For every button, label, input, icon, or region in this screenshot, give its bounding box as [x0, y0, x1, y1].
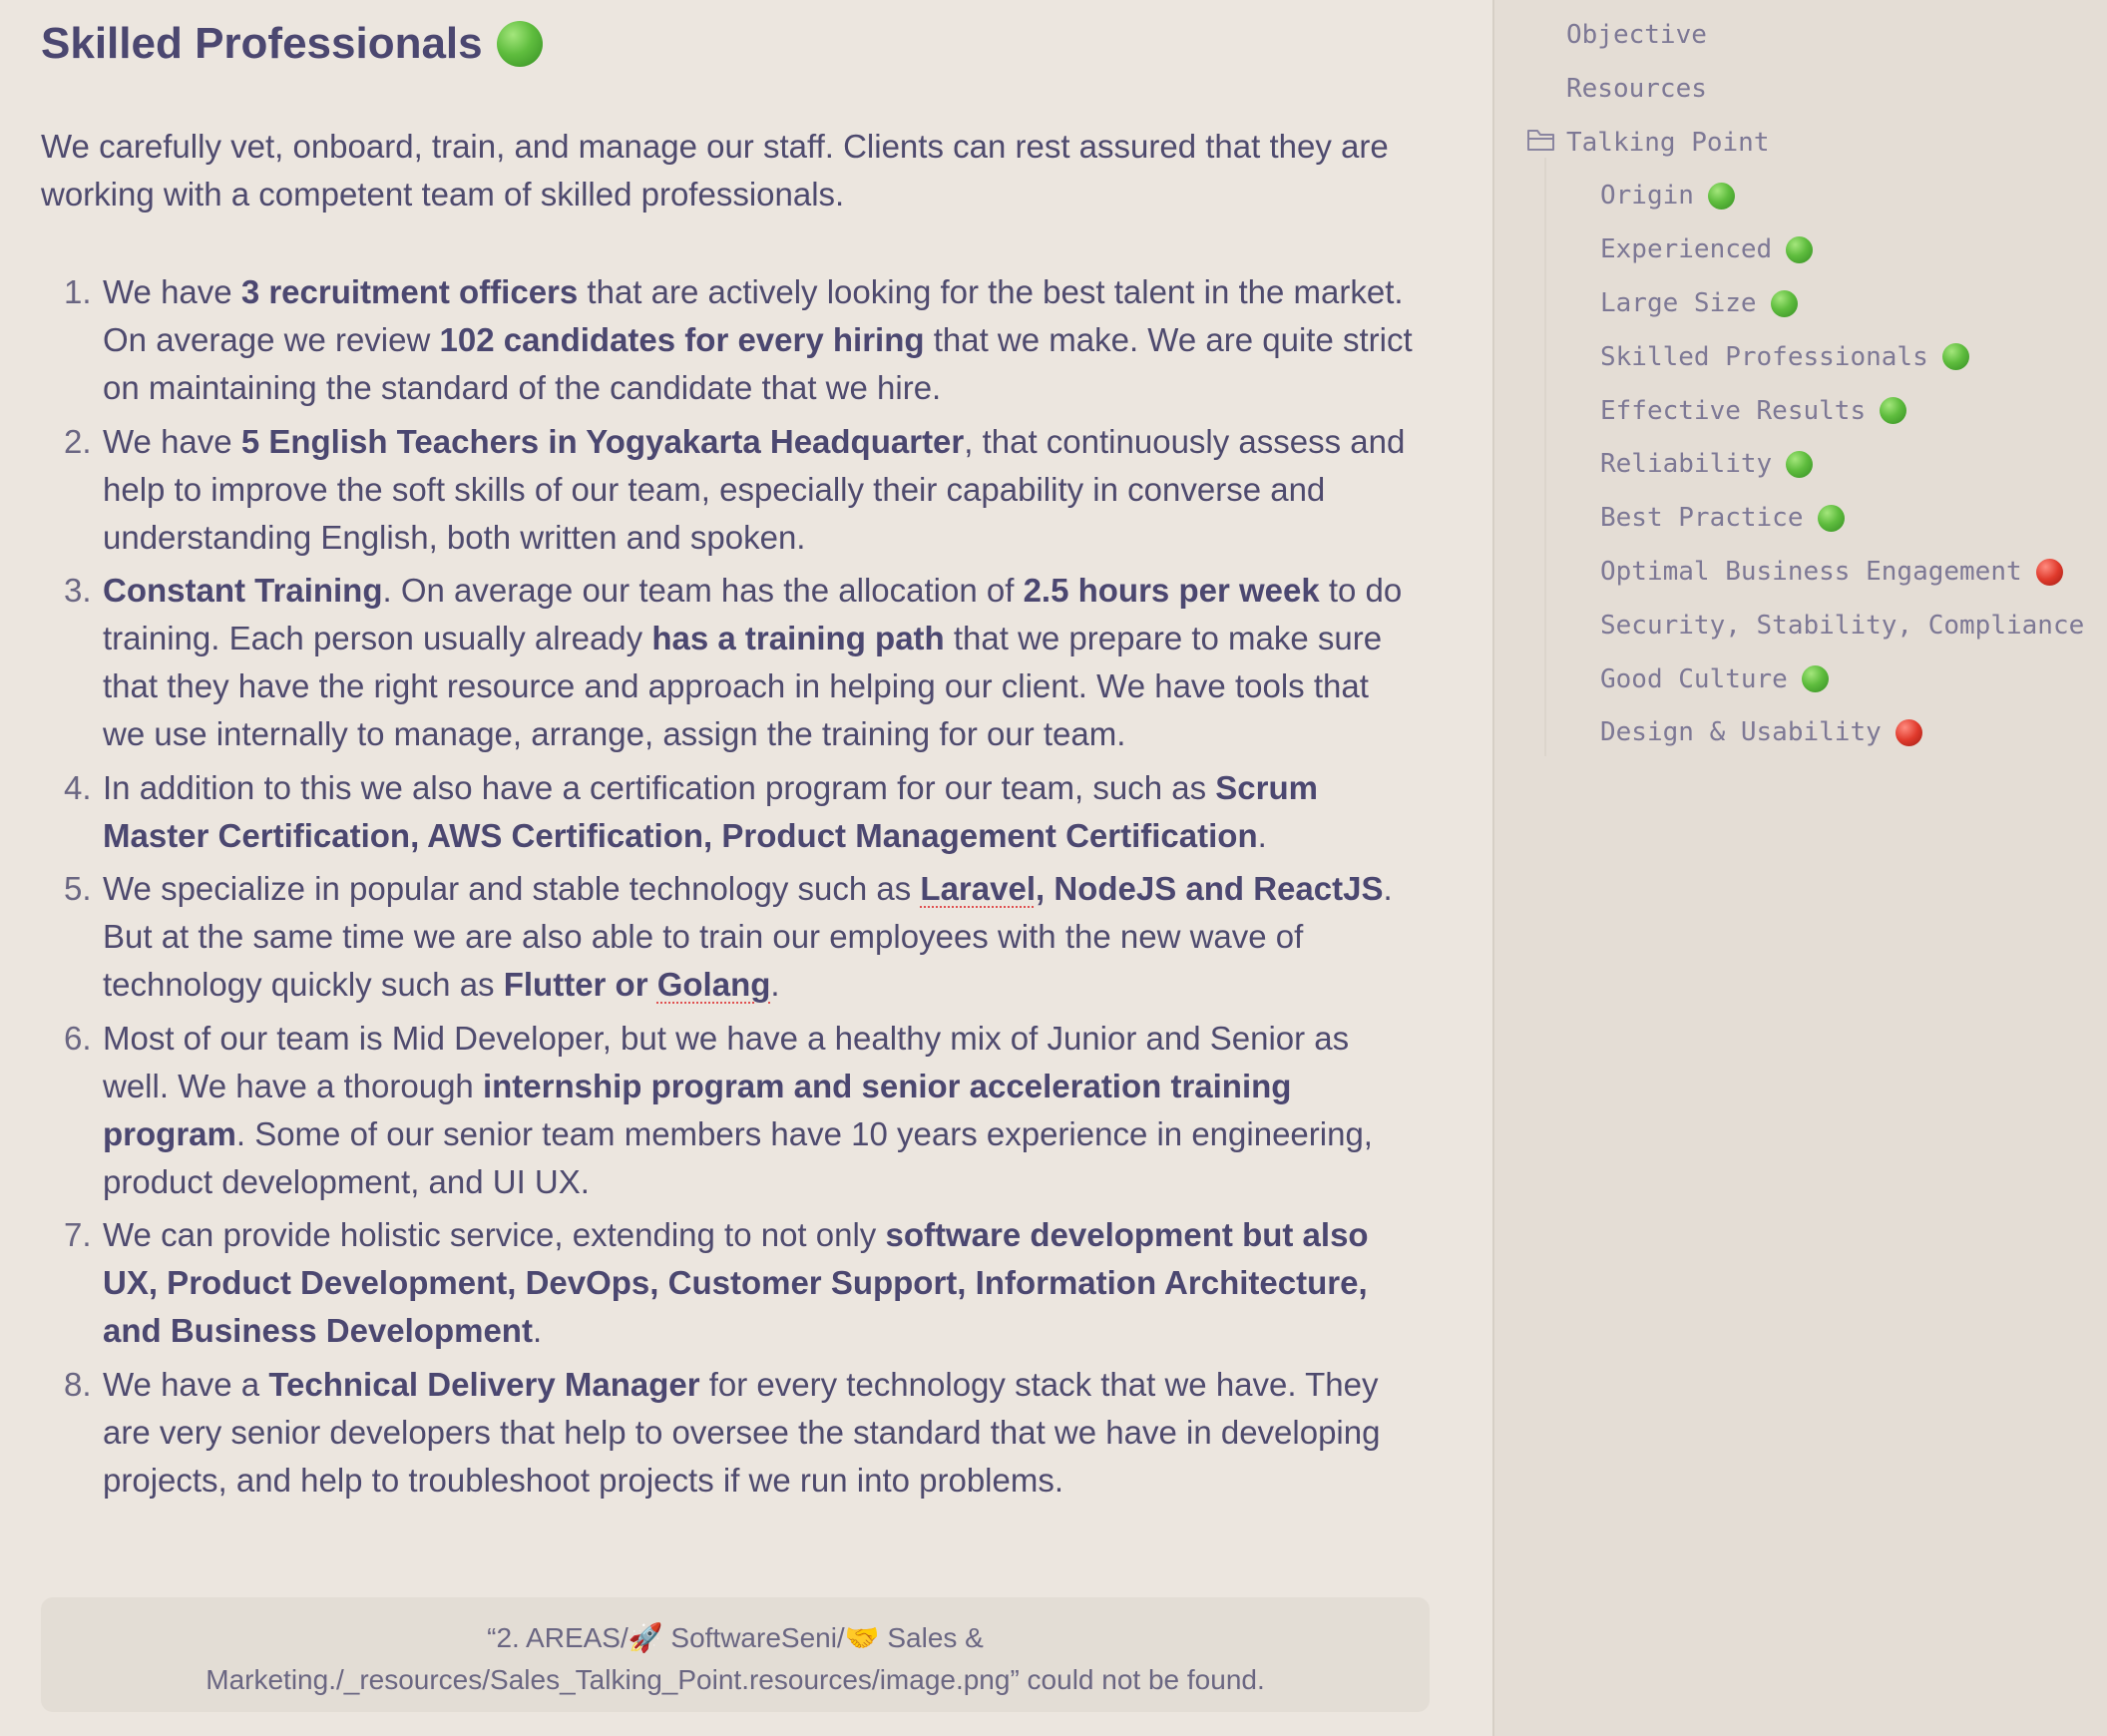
- green-circle-icon: [1880, 397, 1907, 425]
- list-item: 1. We have 3 recruitment officers that ar…: [41, 268, 1418, 412]
- outline-item-label: Experienced: [1600, 234, 1773, 265]
- outline-item-label: Design & Usability: [1600, 717, 1882, 748]
- outline-item-label: Best Practice: [1600, 503, 1804, 534]
- outline-item-skilled-professionals[interactable]: Skilled Professionals: [1600, 335, 1969, 379]
- text-run: We have: [103, 422, 241, 460]
- red-circle-icon: [2035, 558, 2063, 586]
- outline-item-origin[interactable]: Origin: [1600, 174, 1735, 217]
- green-circle-icon: [1817, 504, 1845, 532]
- outline-item-experienced[interactable]: Experienced: [1600, 227, 1814, 271]
- text-run: .: [532, 1312, 543, 1349]
- text-run: .: [770, 966, 780, 1003]
- list-item-number: 1.: [64, 273, 92, 310]
- outline-item-label: Objective: [1566, 20, 1707, 50]
- outline-sidebar: Objective Resources Talking Point Origin Exp…: [1492, 0, 2107, 1736]
- list-item-number: 8.: [64, 1365, 92, 1403]
- outline-item-security-stability-compliance[interactable]: Security, Stability, Compliance: [1600, 604, 2084, 648]
- text-run: . Some of our senior team members have 1…: [103, 1114, 1373, 1200]
- missing-image-path-line-2: Marketing./_resources/Sales_Talking_Poin…: [206, 1664, 1265, 1695]
- outline-item-large-size[interactable]: Large Size: [1600, 281, 1798, 325]
- green-circle-icon: [1707, 182, 1735, 210]
- intro-paragraph: We carefully vet, onboard, train, and ma…: [41, 128, 1389, 213]
- green-circle-icon: [1786, 450, 1814, 478]
- outline-item-objective[interactable]: Objective: [1566, 13, 1707, 57]
- green-circle-icon: [1786, 235, 1814, 263]
- outline-item-effective-results[interactable]: Effective Results: [1600, 389, 1907, 433]
- outline-item-optimal-business-engagement[interactable]: Optimal Business Engagement: [1600, 550, 2063, 594]
- talking-points-list: 1. We have 3 recruitment officers that ar…: [41, 268, 1418, 1510]
- bold-text: Constant Training: [103, 572, 383, 609]
- missing-image-notice: “2. AREAS/🚀 SoftwareSeni/🤝 Sales & Marke…: [41, 1597, 1430, 1712]
- outline-item-good-culture[interactable]: Good Culture: [1600, 657, 1829, 701]
- text-run: We have a: [103, 1365, 269, 1403]
- outline-item-label: Reliability: [1600, 449, 1773, 480]
- red-circle-icon: [1895, 718, 1922, 746]
- folder-open-icon: [1527, 130, 1554, 151]
- bold-text: 5 English Teachers in Yogyakarta Headqua…: [240, 422, 965, 460]
- text-run: .: [1257, 816, 1267, 854]
- text-run: . On average our team has the allocation…: [382, 572, 1024, 609]
- list-item-number: 4.: [64, 768, 92, 806]
- green-circle-icon: [1941, 343, 1969, 371]
- list-item: 7. We can provide holistic service, exten…: [41, 1211, 1418, 1355]
- outline-item-talking-point[interactable]: Talking Point: [1566, 121, 1770, 165]
- page-title-text: Skilled Professionals: [41, 19, 483, 68]
- bold-text: , NodeJS and ReactJS: [1036, 870, 1384, 907]
- outline-item-reliability[interactable]: Reliability: [1600, 442, 1814, 486]
- bold-text: Golang: [656, 966, 771, 1003]
- outline-item-label: Good Culture: [1600, 663, 1788, 694]
- missing-image-path-line-1: “2. AREAS/🚀 SoftwareSeni/🤝 Sales &: [487, 1622, 984, 1653]
- list-item-number: 3.: [64, 572, 92, 609]
- list-item-number: 2.: [64, 422, 92, 460]
- bold-text: Technical Delivery Manager: [268, 1365, 700, 1403]
- outline-item-label: Optimal Business Engagement: [1600, 557, 2022, 587]
- outline-item-best-practice[interactable]: Best Practice: [1600, 496, 1845, 540]
- outline-item-resources[interactable]: Resources: [1566, 67, 1707, 111]
- bold-text: 2.5 hours per week: [1023, 572, 1320, 609]
- list-item: 4. In addition to this we also have a cer…: [41, 764, 1418, 860]
- list-item: 3. Constant Training. On average our team…: [41, 567, 1418, 758]
- list-item: 8. We have a Technical Delivery Manager f…: [41, 1361, 1418, 1505]
- outline-item-label: Resources: [1566, 73, 1707, 104]
- document-pane: Skilled Professionals We carefully vet, …: [0, 0, 1492, 1736]
- page-title: Skilled Professionals: [41, 14, 543, 74]
- list-item: 5. We specialize in popular and stable te…: [41, 865, 1418, 1009]
- bold-text: has a training path: [651, 620, 945, 656]
- list-item-number: 5.: [64, 870, 92, 907]
- green-circle-icon: [1801, 665, 1829, 693]
- list-item: 2. We have 5 English Teachers in Yogyakar…: [41, 418, 1418, 562]
- outline-item-label: Talking Point: [1566, 127, 1770, 158]
- text-run: We can provide holistic service, extendi…: [103, 1216, 886, 1253]
- bold-text: 3 recruitment officers: [240, 273, 579, 310]
- bold-text: Laravel: [920, 870, 1036, 907]
- text-run: We specialize in popular and stable tech…: [103, 870, 921, 907]
- list-item-number: 7.: [64, 1216, 92, 1253]
- bold-text: 102 candidates for every hiring: [439, 321, 925, 358]
- text-run: In addition to this we also have a certi…: [103, 768, 1216, 806]
- outline-item-label: Skilled Professionals: [1600, 341, 1928, 372]
- outline-indent-guide: [1544, 158, 1546, 756]
- outline-item-label: Origin: [1600, 181, 1694, 212]
- text-run: We have: [103, 273, 241, 310]
- list-item-number: 6.: [64, 1019, 92, 1057]
- green-circle-icon: [496, 21, 543, 67]
- outline-item-label: Security, Stability, Compliance: [1600, 610, 2085, 641]
- list-item: 6. Most of our team is Mid Developer, but…: [41, 1015, 1418, 1206]
- bold-text: Flutter or: [503, 966, 657, 1003]
- green-circle-icon: [1770, 289, 1798, 317]
- outline-item-design-usability[interactable]: Design & Usability: [1600, 710, 1922, 754]
- notes-app: Skilled Professionals We carefully vet, …: [0, 0, 2107, 1736]
- outline-item-label: Effective Results: [1600, 395, 1867, 426]
- outline-item-label: Large Size: [1600, 288, 1757, 318]
